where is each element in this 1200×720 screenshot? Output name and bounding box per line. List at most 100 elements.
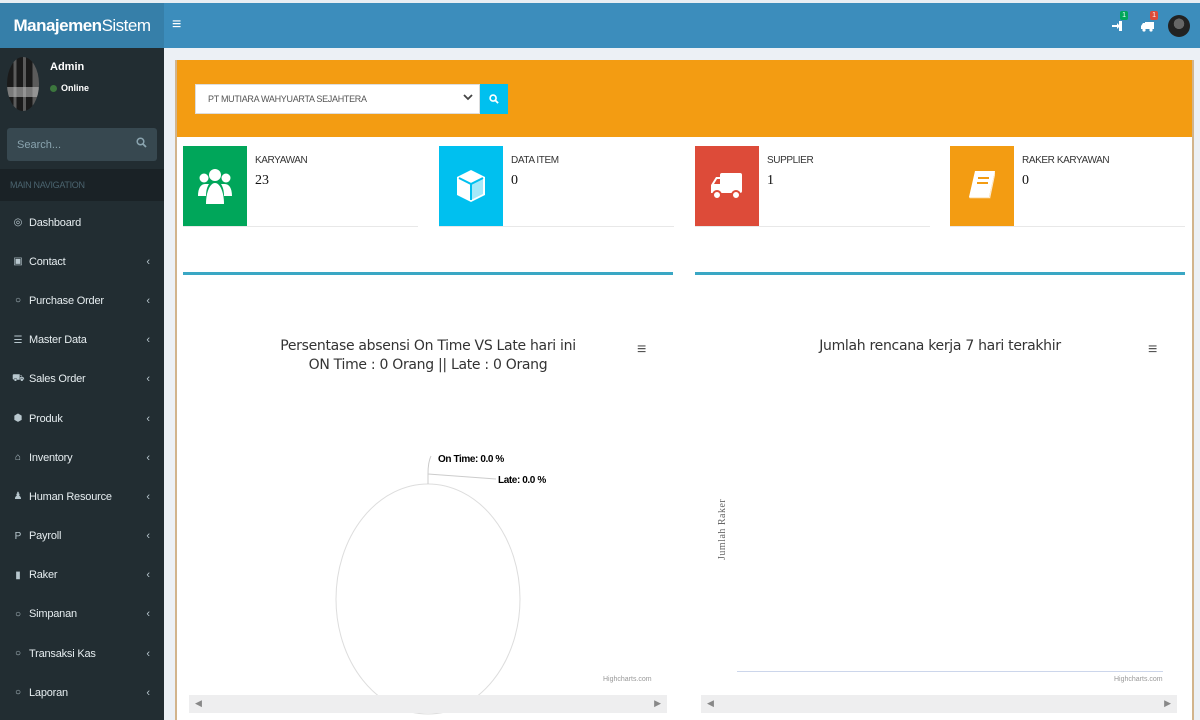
notification-truck[interactable]: 1	[1132, 11, 1162, 41]
sidebar-item-label: Master Data	[29, 334, 87, 347]
sidebar-item-label: Inventory	[29, 451, 73, 464]
panel-top-border	[695, 272, 1185, 275]
chart-horizontal-scrollbar[interactable]: ◀ ▶	[701, 695, 1177, 713]
info-box-data-item[interactable]: DATA ITEM 0	[439, 146, 674, 227]
chevron-left-icon: ‹	[146, 647, 150, 660]
notification-badge: 1	[1150, 11, 1158, 20]
raker-chart-panel: Jumlah rencana kerja 7 hari terakhir ≡ J…	[695, 272, 1185, 717]
truck-icon	[695, 146, 759, 226]
scroll-right-arrow-icon[interactable]: ▶	[1164, 698, 1171, 709]
info-box-label: DATA ITEM	[511, 155, 559, 166]
info-box-supplier[interactable]: SUPPLIER 1	[695, 146, 930, 227]
navbar-right: 1 1	[1102, 11, 1190, 41]
chart-context-menu-hamburger-icon[interactable]: ≡	[1148, 342, 1157, 358]
sidebar-item-purchase-order[interactable]: ○ Purchase Order ‹	[0, 281, 164, 320]
sidebar-item-sales-order[interactable]: ⛟ Sales Order ‹	[0, 360, 164, 399]
sidebar-item-simpanan[interactable]: ○ Simpanan ‹	[0, 595, 164, 634]
x-axis-line	[737, 671, 1163, 672]
chevron-left-icon: ‹	[146, 255, 150, 268]
circle-o-icon: ○	[14, 687, 22, 699]
info-box-value: 23	[255, 173, 269, 188]
search-icon	[489, 94, 499, 104]
info-box-label: KARYAWAN	[255, 155, 308, 166]
sidebar-item-label: Laporan	[29, 686, 68, 699]
sidebar: Admin Online MAIN NAVIGATION ◎ Dashboard ▣…	[0, 48, 164, 720]
sidebar-item-label: Contact	[29, 255, 66, 268]
dashboard-icon: ◎	[13, 217, 23, 229]
chevron-left-icon: ‹	[146, 686, 150, 699]
circle-o-icon: ○	[14, 608, 22, 620]
info-box-value: 1	[767, 173, 774, 188]
scroll-right-arrow-icon[interactable]: ▶	[654, 698, 661, 709]
chevron-down-icon	[463, 92, 473, 105]
sidebar-item-label: Simpanan	[29, 608, 77, 621]
bank-icon: ⌂	[14, 452, 22, 464]
sidebar-search-input[interactable]	[7, 128, 127, 161]
info-box-label: RAKER KARYAWAN	[1022, 155, 1110, 166]
scroll-left-arrow-icon[interactable]: ◀	[195, 698, 202, 709]
user-status-text: Online	[61, 83, 90, 93]
sidebar-item-raker[interactable]: ▮ Raker ‹	[0, 556, 164, 595]
nav-header: MAIN NAVIGATION	[0, 169, 164, 201]
sidebar-toggle-hamburger-icon[interactable]: ≡	[172, 15, 186, 35]
filter-header: PT MUTIARA WAHYUARTA SEJAHTERA	[177, 60, 1192, 137]
chevron-left-icon: ‹	[146, 490, 150, 503]
chart-credits[interactable]: Highcharts.com	[603, 676, 652, 683]
user-name: Admin	[50, 61, 85, 73]
sidebar-item-dashboard[interactable]: ◎ Dashboard	[0, 203, 164, 242]
top-navbar: ManajemenSistem ≡ 1 1	[0, 0, 1200, 48]
sidebar-item-label: Human Resource	[29, 490, 112, 503]
sidebar-item-produk[interactable]: ⬢ Produk ‹	[0, 399, 164, 438]
truck-icon	[1140, 21, 1154, 32]
chevron-left-icon: ‹	[146, 530, 150, 543]
company-search-button[interactable]	[480, 84, 508, 114]
users-icon: ♟	[13, 491, 23, 503]
info-box-karyawan[interactable]: KARYAWAN 23	[183, 146, 418, 227]
chevron-left-icon: ‹	[146, 412, 150, 425]
attendance-chart-panel: Persentase absensi On Time VS Late hari …	[183, 272, 673, 717]
chart-horizontal-scrollbar[interactable]: ◀ ▶	[189, 695, 667, 713]
dashboard-box: PT MUTIARA WAHYUARTA SEJAHTERA KARYAWAN …	[175, 60, 1194, 720]
sidebar-search	[7, 128, 157, 161]
sidebar-item-payroll[interactable]: P Payroll ‹	[0, 517, 164, 556]
sidebar-menu: ◎ Dashboard ▣ Contact ‹ ○ Purchase Order ‹ ☰ Mast…	[0, 203, 164, 712]
notification-badge: 1	[1120, 11, 1128, 20]
company-select[interactable]: PT MUTIARA WAHYUARTA SEJAHTERA	[195, 84, 480, 114]
users-icon	[183, 146, 247, 226]
sidebar-item-label: Payroll	[29, 530, 62, 543]
info-box-label: SUPPLIER	[767, 155, 814, 166]
info-box-raker-karyawan[interactable]: RAKER KARYAWAN 0	[950, 146, 1185, 227]
sidebar-item-label: Sales Order	[29, 373, 86, 386]
sidebar-item-label: Raker	[29, 569, 58, 582]
info-box-value: 0	[511, 173, 518, 188]
user-status: Online	[50, 83, 89, 93]
notification-signin[interactable]: 1	[1102, 11, 1132, 41]
scroll-left-arrow-icon[interactable]: ◀	[707, 698, 714, 709]
cube-icon: ⬢	[13, 413, 23, 425]
pie-data-label: Late: 0.0 %	[498, 475, 546, 486]
chevron-left-icon: ‹	[146, 294, 150, 307]
chevron-left-icon: ‹	[146, 451, 150, 464]
chevron-left-icon: ‹	[146, 334, 150, 347]
search-icon[interactable]	[136, 137, 147, 151]
sidebar-item-transaksi-kas[interactable]: ○ Transaksi Kas ‹	[0, 634, 164, 673]
sidebar-item-master-data[interactable]: ☰ Master Data ‹	[0, 321, 164, 360]
chevron-left-icon: ‹	[146, 569, 150, 582]
sidebar-item-laporan[interactable]: ○ Laporan ‹	[0, 673, 164, 712]
pie-data-label: On Time: 0.0 %	[438, 454, 504, 465]
pie-slice-connector	[427, 455, 432, 484]
sidebar-item-contact[interactable]: ▣ Contact ‹	[0, 242, 164, 281]
pie-empty-outline	[335, 483, 521, 715]
chart-credits[interactable]: Highcharts.com	[1114, 676, 1163, 683]
sidebar-item-human-resource[interactable]: ♟ Human Resource ‹	[0, 477, 164, 516]
phone-square-icon: ▣	[13, 256, 23, 268]
content-wrapper: PT MUTIARA WAHYUARTA SEJAHTERA KARYAWAN …	[164, 48, 1200, 720]
cart-icon: ⛟	[12, 372, 25, 384]
sidebar-item-inventory[interactable]: ⌂ Inventory ‹	[0, 438, 164, 477]
app-logo[interactable]: ManajemenSistem	[0, 3, 164, 48]
y-axis-title: Jumlah Raker	[717, 498, 728, 560]
user-avatar-menu[interactable]	[1168, 15, 1190, 37]
circle-o-icon: ○	[14, 295, 22, 307]
sidebar-item-label: Dashboard	[29, 216, 82, 229]
cube-icon	[439, 146, 503, 226]
